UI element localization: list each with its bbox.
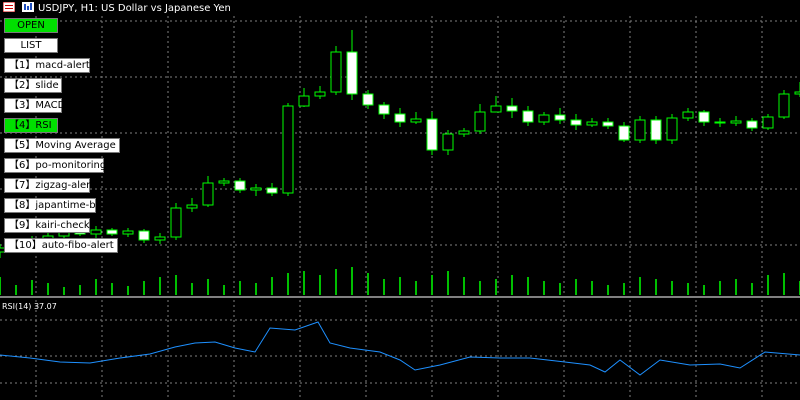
candle-body [554, 114, 566, 121]
candle-body [298, 95, 310, 107]
open-button[interactable]: OPEN [4, 18, 58, 33]
indicator-button-4[interactable]: 【3】MACD [4, 98, 65, 113]
candle-body [202, 182, 214, 206]
candle-body [474, 111, 486, 132]
candle-body [762, 116, 774, 129]
candle-body [362, 93, 374, 106]
candle-body [490, 105, 502, 113]
candle-body [106, 229, 118, 235]
indicator-button-10[interactable]: 【9】kairi-check [4, 218, 90, 233]
candle-body [138, 230, 150, 241]
indicator-button-3[interactable]: 【2】slide [4, 78, 62, 93]
candle-body [714, 121, 726, 124]
list-button[interactable]: LIST [4, 38, 58, 53]
chart-window[interactable]: USDJPY, H1: US Dollar vs Japanese Yen OP… [0, 0, 800, 400]
indicator-button-6[interactable]: 【5】Moving Average [4, 138, 120, 153]
candle-body [170, 207, 182, 238]
candle-body [346, 51, 358, 95]
candle-body [778, 93, 790, 118]
candle-body [698, 111, 710, 123]
candle-body [506, 105, 518, 112]
candle-body [570, 119, 582, 126]
candle-body [378, 104, 390, 115]
rsi-line [0, 321, 800, 376]
candle-body [282, 105, 294, 194]
candle-body [442, 133, 454, 151]
candle-body [522, 110, 534, 123]
candle-body [666, 117, 678, 141]
indicator-button-5[interactable]: 【4】RSI [4, 118, 58, 133]
candle-body [538, 114, 550, 123]
candle-body [266, 187, 278, 194]
candle-body [746, 120, 758, 129]
indicator-button-8[interactable]: 【7】zigzag-alert [4, 178, 94, 193]
indicator-button-7[interactable]: 【6】po-monitoring [4, 158, 106, 173]
candle-body [234, 180, 246, 191]
chart-header: USDJPY, H1: US Dollar vs Japanese Yen [0, 0, 231, 16]
candle-body [90, 229, 102, 235]
candle-body [602, 121, 614, 127]
candle-body [586, 121, 598, 126]
candle-body [458, 130, 470, 135]
candle-body [634, 119, 646, 141]
candle-body [330, 51, 342, 93]
candle-body [650, 119, 662, 141]
candle-body [154, 236, 166, 241]
indicator-button-9[interactable]: 【8】japantime-big [4, 198, 105, 213]
chart-title: USDJPY, H1: US Dollar vs Japanese Yen [38, 2, 231, 14]
candle-body [682, 111, 694, 119]
candle-body [314, 91, 326, 97]
indicator-button-11[interactable]: 【10】auto-fibo-alert [4, 238, 118, 253]
candle-body [410, 118, 422, 123]
rsi-label: RSI(14) 37.07 [2, 302, 57, 311]
indicator-button-2[interactable]: 【1】macd-alert [4, 58, 90, 73]
price-chart[interactable] [0, 0, 800, 400]
candle-body [394, 113, 406, 123]
candle-body [186, 204, 198, 209]
candle-body [250, 187, 262, 191]
menu-icon[interactable] [2, 1, 16, 15]
candle-body [618, 125, 630, 141]
chart-type-icon[interactable] [22, 1, 34, 15]
candle-body [426, 118, 438, 151]
candle-body [794, 91, 800, 95]
candle-body [122, 230, 134, 235]
candle-body [730, 120, 742, 124]
candle-body [218, 180, 230, 184]
